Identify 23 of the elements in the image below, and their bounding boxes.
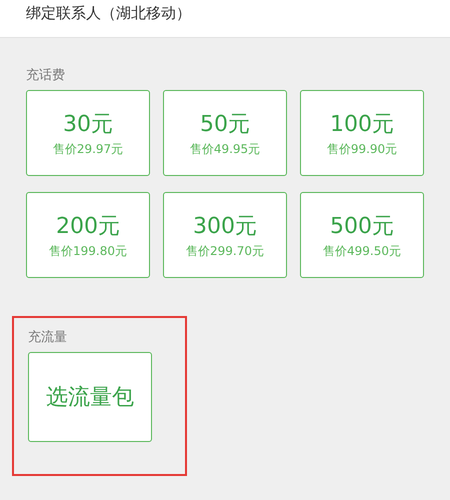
amount-text: 300元: [193, 212, 257, 240]
option-card[interactable]: 300元 售价299.70元: [163, 192, 287, 278]
option-card[interactable]: 选流量包: [28, 352, 152, 442]
amount-text: 500元: [330, 212, 394, 240]
price-text: 售价299.70元: [186, 242, 264, 260]
price-text: 售价29.97元: [52, 140, 124, 158]
amount-text: 200元: [56, 212, 120, 240]
option-card[interactable]: 500元 售价499.50元: [300, 192, 424, 278]
price-text: 售价99.90元: [326, 140, 398, 158]
section-title: 充话费: [26, 67, 65, 84]
option-card[interactable]: 100元 售价99.90元: [300, 90, 424, 176]
amount-text: 100元: [330, 110, 394, 138]
option-card[interactable]: 50元 售价49.95元: [163, 90, 287, 176]
amount-text: 50元: [200, 110, 250, 138]
option-card[interactable]: 200元 售价199.80元: [26, 192, 150, 278]
price-text: 售价199.80元: [49, 242, 127, 260]
price-text: 售价49.95元: [190, 140, 260, 158]
contact-title: 绑定联系人（湖北移动）: [26, 4, 191, 23]
price-text: 售价499.50元: [323, 242, 401, 260]
amount-text: 选流量包: [46, 384, 134, 412]
option-card[interactable]: 30元 售价29.97元: [26, 90, 150, 176]
amount-text: 30元: [63, 110, 113, 138]
section-title: 充流量: [28, 329, 67, 346]
